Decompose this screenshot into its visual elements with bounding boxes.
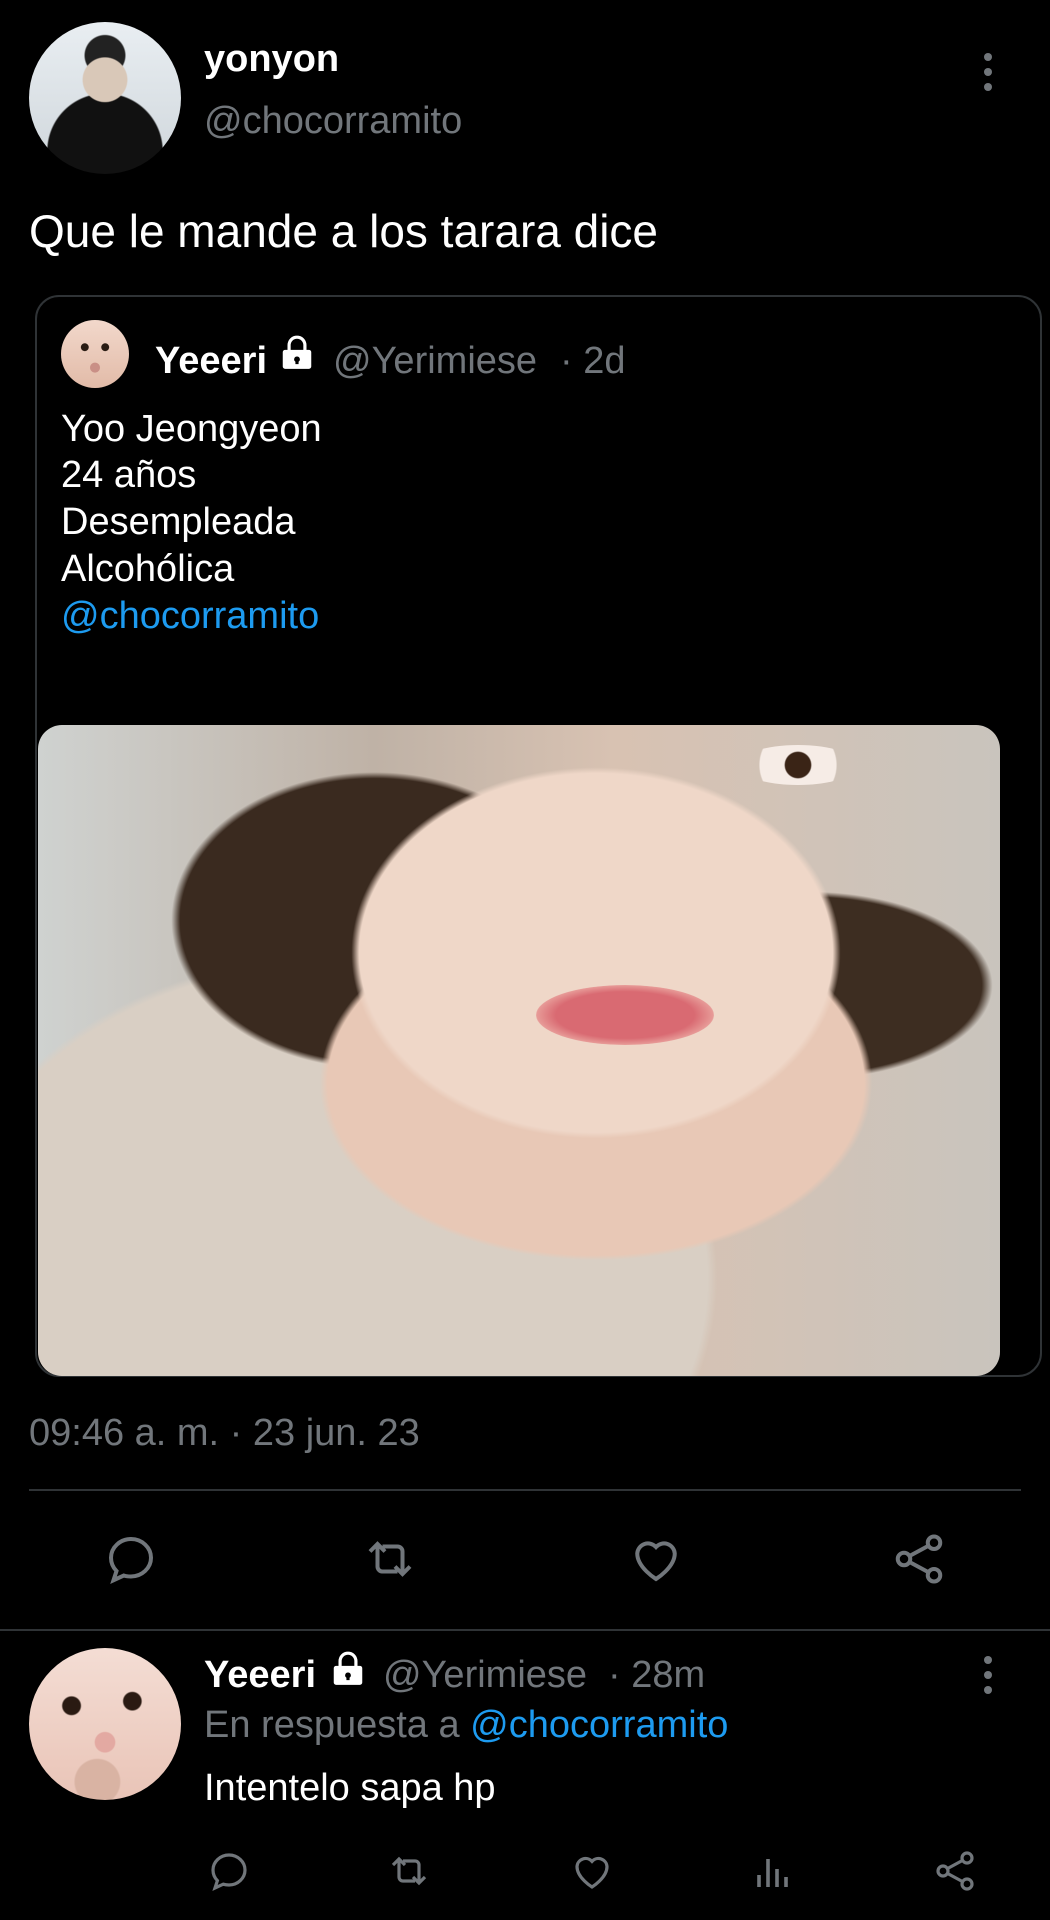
author-name[interactable]: yonyon: [204, 38, 339, 81]
author-handle[interactable]: @chocorramito: [204, 100, 462, 143]
quoted-mention-link[interactable]: @chocorramito: [61, 595, 319, 638]
quoted-tweet-photo[interactable]: [38, 725, 1000, 1376]
quoted-author-avatar[interactable]: [61, 320, 129, 388]
reply-author-name[interactable]: Yeeeri: [204, 1654, 316, 1697]
lock-icon: [329, 1650, 367, 1690]
lock-icon: [278, 334, 316, 374]
reply-age: · 28m: [608, 1654, 706, 1696]
reply-icon[interactable]: [205, 1847, 253, 1895]
quoted-line-1: Yoo Jeongyeon: [61, 408, 322, 450]
reply-icon[interactable]: [101, 1529, 161, 1589]
quoted-author-handle[interactable]: @Yerimiese: [333, 340, 537, 383]
quoted-line-4: Alcohólica: [61, 548, 235, 590]
timestamp-divider: [29, 1489, 1021, 1491]
reply-text: Intentelo sapa hp: [204, 1767, 496, 1809]
quoted-tweet-age: · 2d: [560, 340, 626, 382]
quoted-line-3: Desempleada: [61, 501, 296, 543]
share-icon[interactable]: [889, 1529, 949, 1589]
photo-lips-detail: [536, 985, 714, 1045]
replying-to-handle[interactable]: @chocorramito: [470, 1704, 728, 1746]
replying-to-label: En respuesta a: [204, 1704, 460, 1746]
section-divider: [0, 1629, 1050, 1631]
author-avatar[interactable]: [29, 22, 181, 174]
share-icon[interactable]: [931, 1847, 979, 1895]
analytics-icon[interactable]: [749, 1847, 797, 1895]
tweet-text: Que le mande a los tarara dice: [29, 205, 659, 257]
quoted-author-name[interactable]: Yeeeri: [155, 340, 267, 383]
reply-author-handle[interactable]: @Yerimiese: [383, 1654, 587, 1697]
retweet-icon[interactable]: [360, 1529, 420, 1589]
heart-icon[interactable]: [568, 1847, 616, 1895]
more-options-icon[interactable]: [968, 1645, 1008, 1705]
more-options-icon[interactable]: [968, 42, 1008, 102]
retweet-icon[interactable]: [385, 1847, 433, 1895]
reply-author-avatar[interactable]: [29, 1648, 181, 1800]
heart-icon[interactable]: [626, 1529, 686, 1589]
quoted-line-2: 24 años: [61, 454, 197, 496]
tweet-timestamp[interactable]: 09:46 a. m. · 23 jun. 23: [29, 1412, 420, 1455]
photo-eye-detail: [738, 745, 858, 785]
